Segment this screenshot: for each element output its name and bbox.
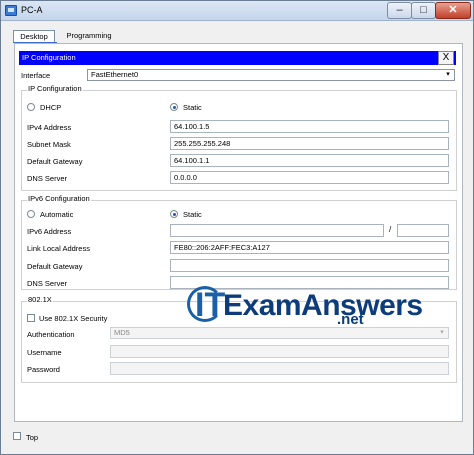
app-window: PC-A – □ ✕ Desktop Programming IP Config… (0, 0, 474, 455)
dns-server-label: DNS Server (27, 174, 68, 183)
ipv6-address-input[interactable] (170, 224, 384, 237)
maximize-button[interactable]: □ (411, 2, 436, 19)
top-checkbox[interactable] (13, 432, 21, 440)
static-radio[interactable] (170, 103, 178, 111)
authentication-value: MD5 (114, 328, 130, 337)
username-label: Username (27, 348, 62, 357)
use-8021x-checkbox[interactable] (27, 314, 35, 322)
panel-header: IP Configuration (19, 51, 456, 65)
minimize-button[interactable]: – (387, 2, 412, 19)
chevron-down-icon: ▾ (446, 71, 450, 78)
username-input[interactable] (110, 345, 449, 358)
static-label: Static (183, 103, 202, 112)
authentication-label: Authentication (27, 330, 75, 339)
close-icon[interactable]: X (438, 51, 454, 65)
default-gateway-label: Default Gateway (27, 157, 83, 166)
watermark-it: IT (195, 286, 226, 324)
ipv6-address-label: IPv6 Address (27, 227, 72, 236)
window-close-button[interactable]: ✕ (435, 2, 471, 19)
subnet-mask-input[interactable]: 255.255.255.248 (170, 137, 449, 150)
link-local-input[interactable]: FE80::206:2AFF:FEC3:A127 (170, 241, 449, 254)
ipv6-gateway-label: Default Gateway (27, 262, 83, 271)
tab-programming[interactable]: Programming (63, 30, 115, 43)
default-gateway-input[interactable]: 64.100.1.1 (170, 154, 449, 167)
link-local-label: Link Local Address (27, 244, 90, 253)
dns-server-input[interactable]: 0.0.0.0 (170, 171, 449, 184)
ipv6-section-title: IPv6 Configuration (27, 194, 91, 203)
watermark-brand: ExamAnswers (223, 289, 423, 322)
dhcp-radio[interactable] (27, 103, 35, 111)
subnet-mask-label: Subnet Mask (27, 140, 71, 149)
interface-value: FastEthernet0 (91, 70, 139, 79)
password-input[interactable] (110, 362, 449, 375)
ipv4-address-label: IPv4 Address (27, 123, 72, 132)
automatic-label: Automatic (40, 210, 74, 219)
panel-title: IP Configuration (22, 53, 76, 62)
password-label: Password (27, 365, 60, 374)
chevron-down-icon: ▾ (440, 329, 444, 336)
itexamanswers-watermark: IT ExamAnswers .net (187, 286, 423, 330)
bottom-bar (1, 426, 473, 454)
title-bar: PC-A – □ ✕ (1, 1, 473, 21)
ipv4-address-input[interactable]: 64.100.1.5 (170, 120, 449, 133)
interface-select[interactable]: FastEthernet0 ▾ (87, 69, 455, 81)
dhcp-label: DHCP (40, 103, 62, 112)
top-label: Top (26, 433, 39, 442)
ipv6-static-label: Static (183, 210, 202, 219)
ipv6-gateway-input[interactable] (170, 259, 449, 272)
automatic-radio[interactable] (27, 210, 35, 218)
ipv6-prefix-input[interactable] (397, 224, 449, 237)
pc-icon (5, 5, 17, 16)
dot1x-section-title: 802.1X (27, 295, 53, 304)
watermark-tld: .net (337, 311, 364, 328)
prefix-separator: / (389, 225, 392, 234)
ipv6-static-radio[interactable] (170, 210, 178, 218)
ipv4-section-title: IP Configuration (27, 84, 83, 93)
interface-label: Interface (21, 71, 51, 80)
use-8021x-label: Use 802.1X Security (39, 314, 108, 323)
window-title: PC-A (21, 5, 43, 15)
ipv6-dns-label: DNS Server (27, 279, 68, 288)
